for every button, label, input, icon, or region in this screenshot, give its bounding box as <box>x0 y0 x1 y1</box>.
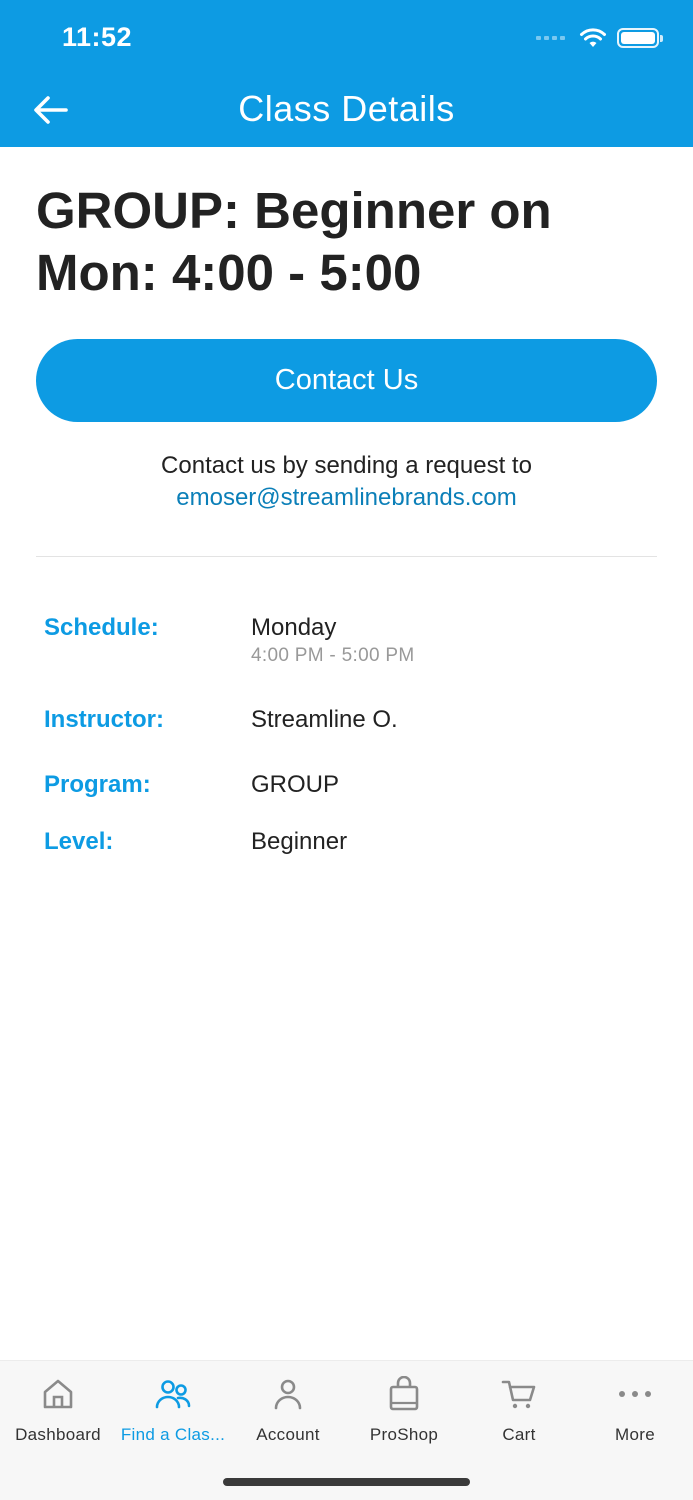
schedule-label: Schedule: <box>44 614 159 641</box>
home-indicator <box>223 1478 470 1486</box>
more-icon <box>615 1375 655 1413</box>
level-label: Level: <box>44 828 114 855</box>
top-bar: 11:52 Class Details <box>0 0 693 147</box>
instructor-label: Instructor: <box>44 706 164 733</box>
instructor-value: Streamline O. <box>251 706 398 733</box>
class-title-line1: GROUP: Beginner on <box>36 182 552 239</box>
schedule-value: Monday <box>251 614 337 641</box>
wifi-icon <box>580 28 606 47</box>
contact-instructions: Contact us by sending a request to <box>161 452 532 479</box>
battery-icon <box>617 28 663 48</box>
program-value: GROUP <box>251 771 340 798</box>
page-title: Class Details <box>238 88 455 129</box>
tab-cart-label: Cart <box>502 1425 536 1444</box>
home-icon <box>38 1375 78 1413</box>
tab-cart[interactable]: Cart <box>461 1375 577 1445</box>
contact-email-link[interactable]: emoser@streamlinebrands.com <box>0 482 693 514</box>
tab-proshop-label: ProShop <box>369 1425 439 1444</box>
tab-more-label: More <box>615 1425 655 1444</box>
program-label: Program: <box>44 771 151 798</box>
schedule-time: 4:00 PM - 5:00 PM <box>251 645 415 666</box>
tab-dashboard-label: Dashboard <box>15 1425 101 1444</box>
contact-us-button[interactable]: Contact Us <box>36 339 657 422</box>
cellular-signal-icon <box>536 36 565 40</box>
status-time: 11:52 <box>62 22 133 52</box>
tab-more[interactable]: More <box>577 1375 693 1445</box>
tab-find-a-class-label: Find a Clas... <box>120 1425 226 1444</box>
level-value: Beginner <box>251 828 348 855</box>
status-indicators <box>536 24 663 52</box>
shopping-bag-icon <box>384 1375 424 1413</box>
tab-dashboard[interactable]: Dashboard <box>0 1375 116 1445</box>
tab-account[interactable]: Account <box>230 1375 346 1445</box>
tab-account-label: Account <box>256 1425 320 1444</box>
class-title: GROUP: Beginner on Mon: 4:00 - 5:00 <box>36 180 656 304</box>
people-icon <box>153 1375 193 1413</box>
cart-icon <box>499 1375 539 1413</box>
tab-proshop[interactable]: ProShop <box>346 1375 462 1445</box>
class-title-line2: Mon: 4:00 - 5:00 <box>36 244 422 301</box>
divider <box>36 556 657 557</box>
tab-find-a-class[interactable]: Find a Clas... <box>115 1375 231 1445</box>
person-icon <box>268 1375 308 1413</box>
